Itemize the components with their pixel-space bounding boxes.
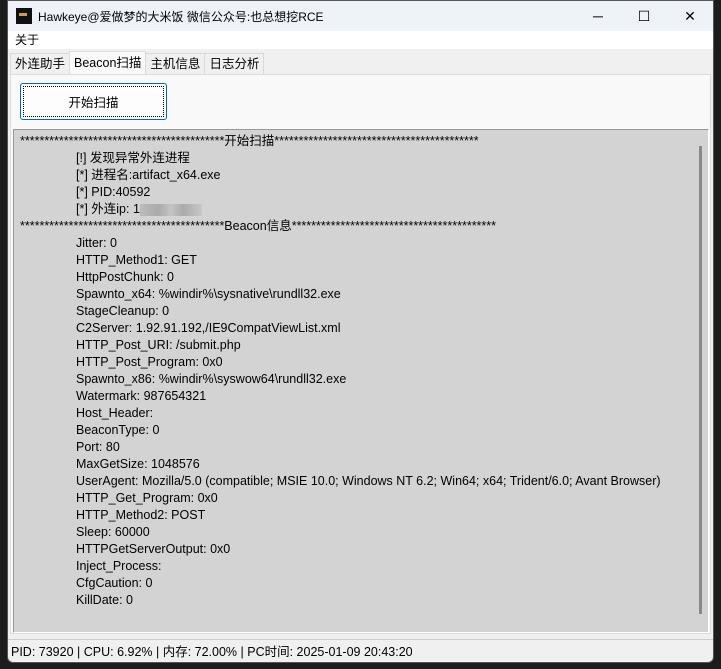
- redacted-ip: [139, 203, 202, 216]
- beacon-config-line: Sleep: 60000: [76, 525, 150, 539]
- beacon-config-line: StageCleanup: 0: [76, 304, 170, 318]
- beacon-config-line: MaxGetSize: 1048576: [76, 457, 200, 471]
- beacon-config-line: BeaconType: 0: [76, 423, 160, 437]
- beacon-header: ****************************************…: [20, 219, 497, 233]
- beacon-config-line: C2Server: 1.92.91.192,/IE9CompatViewList…: [76, 321, 341, 335]
- beacon-config-line: HTTPGetServerOutput: 0x0: [76, 542, 231, 556]
- beacon-config-line: CfgCaution: 0: [76, 576, 153, 590]
- output-textarea[interactable]: ****************************************…: [13, 129, 709, 633]
- beacon-config-line: HttpPostChunk: 0: [76, 270, 174, 284]
- beacon-config-line: Spawnto_x86: %windir%\syswow64\rundll32.…: [76, 372, 347, 386]
- beacon-config-line: KillDate: 0: [76, 593, 133, 607]
- beacon-config-line: Spawnto_x64: %windir%\sysnative\rundll32…: [76, 287, 341, 301]
- beacon-config-line: HTTP_Method1: GET: [76, 253, 197, 267]
- tab-bar: 外连助手 Beacon扫描 主机信息 日志分析: [10, 51, 265, 74]
- start-scan-label: 开始扫描: [68, 96, 119, 110]
- tab-beacon-scan[interactable]: Beacon扫描: [69, 51, 147, 74]
- beacon-config-line: Host_Header:: [76, 406, 154, 420]
- tab-host-info[interactable]: 主机信息: [145, 53, 206, 74]
- menu-bar: 关于: [8, 31, 713, 49]
- beacon-config-line: HTTP_Get_Program: 0x0: [76, 491, 218, 505]
- beacon-scan-panel: 开始扫描 ***********************************…: [10, 74, 711, 634]
- scan-header: ****************************************…: [20, 134, 479, 148]
- pid-line: [*] PID:40592: [76, 185, 151, 199]
- vertical-scrollbar[interactable]: [699, 146, 702, 614]
- process-line: [*] 进程名:artifact_x64.exe: [76, 168, 221, 182]
- status-bar: PID: 73920 | CPU: 6.92% | 内存: 72.00% | P…: [8, 639, 713, 661]
- close-button[interactable]: ✕: [667, 1, 713, 31]
- ip-line: [*] 外连ip: 1: [20, 201, 708, 218]
- beacon-config-line: HTTP_Post_Program: 0x0: [76, 355, 223, 369]
- beacon-config-line: Port: 80: [76, 440, 120, 454]
- minimize-button[interactable]: ─: [575, 1, 621, 31]
- beacon-config-line: UserAgent: Mozilla/5.0 (compatible; MSIE…: [76, 474, 661, 488]
- maximize-button[interactable]: ☐: [621, 1, 667, 31]
- ip-prefix: [*] 外连ip: 1: [76, 202, 140, 216]
- beacon-config-line: Inject_Process:: [76, 559, 162, 573]
- title-bar: Hawkeye@爱做梦的大米饭 微信公众号:也总想挖RCE ─ ☐ ✕: [8, 1, 713, 31]
- window-title: Hawkeye@爱做梦的大米饭 微信公众号:也总想挖RCE: [38, 9, 324, 24]
- beacon-config-line: HTTP_Method2: POST: [76, 508, 206, 522]
- tab-outbound-helper[interactable]: 外连助手: [10, 53, 71, 74]
- alert-line: [!] 发现异常外连进程: [76, 151, 190, 165]
- tab-log-analysis[interactable]: 日志分析: [204, 53, 265, 74]
- menu-about[interactable]: 关于: [15, 33, 39, 47]
- start-scan-button[interactable]: 开始扫描: [20, 83, 167, 120]
- beacon-config-line: Jitter: 0: [76, 236, 117, 250]
- app-window: Hawkeye@爱做梦的大米饭 微信公众号:也总想挖RCE ─ ☐ ✕ 关于 外…: [7, 0, 714, 663]
- app-icon: [16, 8, 32, 24]
- beacon-config-line: Watermark: 987654321: [76, 389, 207, 403]
- beacon-config-line: HTTP_Post_URI: /submit.php: [76, 338, 241, 352]
